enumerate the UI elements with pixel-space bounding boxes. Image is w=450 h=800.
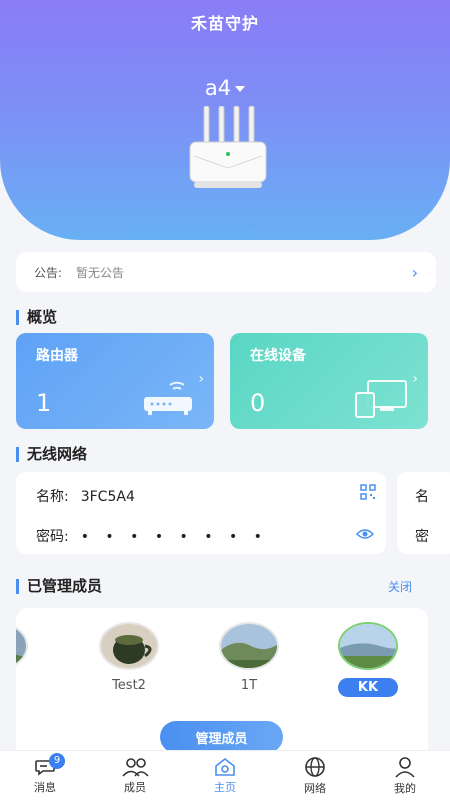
globe-icon	[305, 756, 325, 777]
tab-mine[interactable]: 我的	[360, 751, 450, 800]
router-card[interactable]: 路由器 1 ›	[16, 333, 214, 429]
avatar	[99, 622, 159, 670]
avatar	[16, 622, 28, 670]
wifi-name-label: 名称:	[36, 489, 69, 505]
members-title: 已管理成员	[16, 579, 102, 594]
tab-messages[interactable]: 9 消息	[0, 751, 90, 800]
wifi-card-secondary[interactable]: 名 密	[397, 472, 450, 554]
member-item[interactable]: 1T	[209, 622, 289, 693]
wifi-password-row: 密码: • • • • • • • •	[36, 526, 268, 546]
overview-title: 概览	[16, 310, 57, 325]
announcement-bar[interactable]: 公告: 暂无公告 ›	[16, 252, 436, 292]
chevron-right-icon: ›	[411, 262, 418, 282]
tab-home[interactable]: 主页	[180, 751, 270, 800]
devices-icon	[355, 380, 407, 418]
tab-network[interactable]: 网络	[270, 751, 360, 800]
router-image	[189, 106, 267, 188]
member-item[interactable]	[16, 622, 38, 670]
wifi-name-row: 名称: 3FC5A4	[36, 486, 135, 506]
device-name: a4	[204, 76, 232, 100]
tab-label: 成员	[124, 780, 146, 794]
members-icon	[122, 757, 149, 777]
online-devices-card[interactable]: 在线设备 0 ›	[230, 333, 428, 429]
tab-members[interactable]: 成员	[90, 751, 180, 800]
announcement-label: 公告:	[34, 265, 63, 280]
tab-label: 消息	[34, 780, 56, 794]
tab-label: 我的	[394, 781, 416, 795]
message-count-badge: 9	[49, 753, 65, 769]
tab-label: 网络	[304, 781, 326, 795]
chevron-right-icon: ›	[412, 371, 418, 387]
online-card-label: 在线设备	[250, 348, 306, 364]
device-selector[interactable]: a4	[0, 76, 450, 100]
wifi-password-label-peek: 密	[415, 529, 429, 545]
router-count: 1	[36, 389, 52, 417]
wifi-title: 无线网络	[16, 447, 87, 462]
chevron-right-icon: ›	[198, 371, 204, 387]
close-members-link[interactable]: 关闭	[388, 578, 412, 595]
member-name: KK	[337, 678, 399, 697]
tab-label: 主页	[214, 780, 236, 794]
member-name: 1T	[240, 678, 258, 693]
wifi-name-value: 3FC5A4	[80, 489, 135, 505]
caret-down-icon	[235, 86, 246, 92]
avatar	[338, 622, 398, 670]
qr-code-icon[interactable]	[360, 484, 376, 500]
wifi-card: 名称: 3FC5A4 密码: • • • • • • • •	[16, 472, 386, 554]
app-title: 禾苗守护	[190, 14, 259, 33]
wifi-name-label-peek: 名	[415, 489, 429, 505]
wifi-password-label: 密码:	[36, 529, 69, 545]
member-item[interactable]: Test2	[89, 622, 169, 693]
announcement-text: 暂无公告	[76, 265, 125, 280]
avatar	[219, 622, 279, 670]
user-icon	[395, 756, 415, 778]
home-icon	[215, 757, 235, 776]
online-count: 0	[250, 389, 266, 417]
manage-members-button[interactable]: 管理成员	[160, 721, 283, 753]
member-name: Test2	[112, 678, 146, 693]
member-item-selected[interactable]: KK	[328, 622, 408, 697]
eye-icon[interactable]	[356, 528, 374, 540]
wifi-password-value: • • • • • • • •	[80, 529, 268, 545]
router-card-label: 路由器	[36, 348, 78, 364]
bottom-tab-bar: 9 消息 成员 主页 网络 我的	[0, 750, 450, 800]
router-icon	[144, 381, 192, 415]
